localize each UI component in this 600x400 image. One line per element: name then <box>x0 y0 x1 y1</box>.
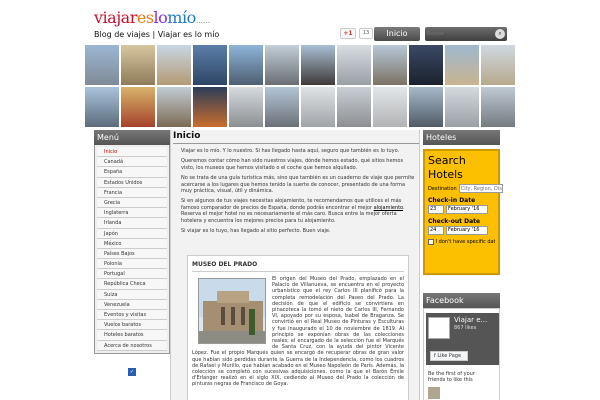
featured-article: MUSEO DEL PRADO El origen del Museo del … <box>187 255 409 400</box>
hotel-search-widget: Search Hotels Destination Check-in Date … <box>423 149 503 275</box>
intro-text: Viajar es lo mío. Y lo nuestro. Si has l… <box>181 148 417 238</box>
intro-paragraph: Si en algunos de tus viajes necesitas al… <box>181 198 405 224</box>
site-tagline: Blog de viajes | Viajar es lo mío <box>94 30 220 39</box>
photo-tile <box>192 86 228 128</box>
photo-tile <box>120 44 156 86</box>
facebook-page-name[interactable]: Viajar e... <box>454 316 487 324</box>
photo-tile <box>192 44 228 86</box>
title-divider <box>173 143 419 144</box>
intro-paragraph: Queremos contar cómo han sido nuestros v… <box>181 158 404 171</box>
no-dates-checkbox[interactable] <box>428 239 434 245</box>
no-dates-label: I don't have specific dates yet <box>435 239 495 245</box>
checkin-label: Check-in Date <box>428 197 476 204</box>
destination-input[interactable] <box>458 184 503 193</box>
facebook-widget: Viajar e... 867 likes f Like Page Be the… <box>423 308 500 400</box>
hotels-title: Hoteles <box>423 130 500 145</box>
sidebar-item-portugal[interactable]: Portugal <box>97 269 167 280</box>
sidebar-item-vuelos[interactable]: Vuelos baratos <box>97 320 167 331</box>
facebook-page-card[interactable]: Viajar e... 867 likes f Like Page <box>426 313 499 365</box>
google-plus-button[interactable]: +1 <box>340 28 356 39</box>
checkin-month-select[interactable]: February '16 <box>446 205 488 214</box>
social-buttons: +1 13 <box>340 28 373 39</box>
photo-tile <box>156 86 192 128</box>
checkout-day-select[interactable]: 24 <box>428 226 444 235</box>
facebook-title: Facebook <box>423 293 500 308</box>
photo-tile <box>372 44 408 86</box>
checkout-label: Check-out Date <box>428 218 481 225</box>
photo-tile <box>408 86 444 128</box>
intro-paragraph: Si viajar es lo tuyo, has llegado al sit… <box>181 228 331 235</box>
friend-avatar <box>428 387 440 399</box>
photo-tile <box>336 86 372 128</box>
page-title: Inicio <box>173 131 201 141</box>
photo-tile <box>156 44 192 86</box>
sidebar-item-inicio[interactable]: Inicio <box>97 147 167 158</box>
right-sidebar: Hoteles Search Hotels Destination Check-… <box>423 130 503 400</box>
nav-home-button[interactable]: Inicio <box>374 27 420 41</box>
photo-tile <box>480 44 516 86</box>
photo-tile <box>480 86 516 128</box>
intro-paragraph: Viajar es lo mío. Y lo nuestro. Si has l… <box>181 148 400 154</box>
sidebar-item-suiza[interactable]: Suiza <box>97 289 167 300</box>
sidebar-item-inglaterra[interactable]: Inglaterra <box>97 208 167 219</box>
main-content: Inicio Viajar es lo mío. Y lo nuestro. S… <box>170 130 420 400</box>
sidebar-item-estados-unidos[interactable]: Estados Unidos <box>97 177 167 188</box>
sidebar-title: Menú <box>94 130 170 145</box>
sidebar-item-paises-bajos[interactable]: Países Bajos <box>97 248 167 260</box>
google-plus-count: 13 <box>359 28 373 39</box>
facebook-page-thumbnail <box>428 317 450 339</box>
photo-tile <box>336 44 372 86</box>
sidebar-item-francia[interactable]: Francia <box>97 187 167 198</box>
photo-tile <box>444 44 480 86</box>
facebook-likes-count: 867 likes <box>454 325 477 331</box>
sidebar-item-polonia[interactable]: Polonia <box>97 259 167 270</box>
sidebar-item-acerca[interactable]: Acerca de nosotros <box>97 340 167 351</box>
photo-tile <box>408 44 444 86</box>
article-title[interactable]: MUSEO DEL PRADO <box>192 260 404 272</box>
sidebar-item-japon[interactable]: Japón <box>97 228 167 239</box>
sidebar-item-grecia[interactable]: Grecia <box>97 197 167 209</box>
sidebar-item-canada[interactable]: Canadá <box>97 157 167 168</box>
photo-tile <box>372 86 408 128</box>
photo-tile <box>120 86 156 128</box>
museum-building-image <box>199 279 265 343</box>
sidebar: Menú Inicio Canadá España Estados Unidos… <box>94 130 170 400</box>
photo-tile <box>84 44 120 86</box>
sidebar-item-mexico[interactable]: México <box>97 238 167 249</box>
hotel-search-title: Search Hotels <box>428 154 466 181</box>
site-logo[interactable]: viajareslomío...... <box>94 8 210 27</box>
sidebar-item-republica-checa[interactable]: República Checa <box>97 279 167 290</box>
sidebar-item-hoteles[interactable]: Hoteles baratos <box>97 330 167 341</box>
sidebar-menu: Inicio Canadá España Estados Unidos Fran… <box>94 145 170 354</box>
photo-tile <box>228 44 264 86</box>
sidebar-item-eventos[interactable]: Eventos y visitas <box>97 310 167 321</box>
photo-tile <box>300 44 336 86</box>
w3c-badge-icon[interactable]: ✓ <box>128 368 136 376</box>
checkout-month-select[interactable]: February '16 <box>446 226 488 235</box>
photo-tile <box>228 86 264 128</box>
facebook-note: Be the first of your friends to like thi… <box>428 371 475 383</box>
photo-tile <box>300 86 336 128</box>
photo-tile <box>264 86 300 128</box>
destination-label: Destination <box>428 185 457 192</box>
sidebar-item-espana[interactable]: España <box>97 167 167 178</box>
search-input[interactable] <box>427 29 491 39</box>
site-header: viajareslomío...... Blog de viajes | Via… <box>0 0 600 44</box>
facebook-like-button[interactable]: f Like Page <box>430 351 468 361</box>
search-icon[interactable]: ⌕ <box>495 29 505 39</box>
checkin-day-select[interactable]: 23 <box>428 205 444 214</box>
intro-paragraph: No se trata de una guía turística más, s… <box>181 175 415 195</box>
sidebar-item-venezuela[interactable]: Venezuela <box>97 299 167 310</box>
photo-tile <box>264 44 300 86</box>
search-bar: ⌕ <box>425 27 507 41</box>
sidebar-item-irlanda[interactable]: Irlanda <box>97 218 167 229</box>
alojamiento-link[interactable]: alojamiento <box>374 205 403 211</box>
photo-tile <box>444 86 480 128</box>
photo-tile <box>84 86 120 128</box>
header-photo-collage <box>84 44 516 128</box>
museum-photo[interactable] <box>198 278 266 344</box>
